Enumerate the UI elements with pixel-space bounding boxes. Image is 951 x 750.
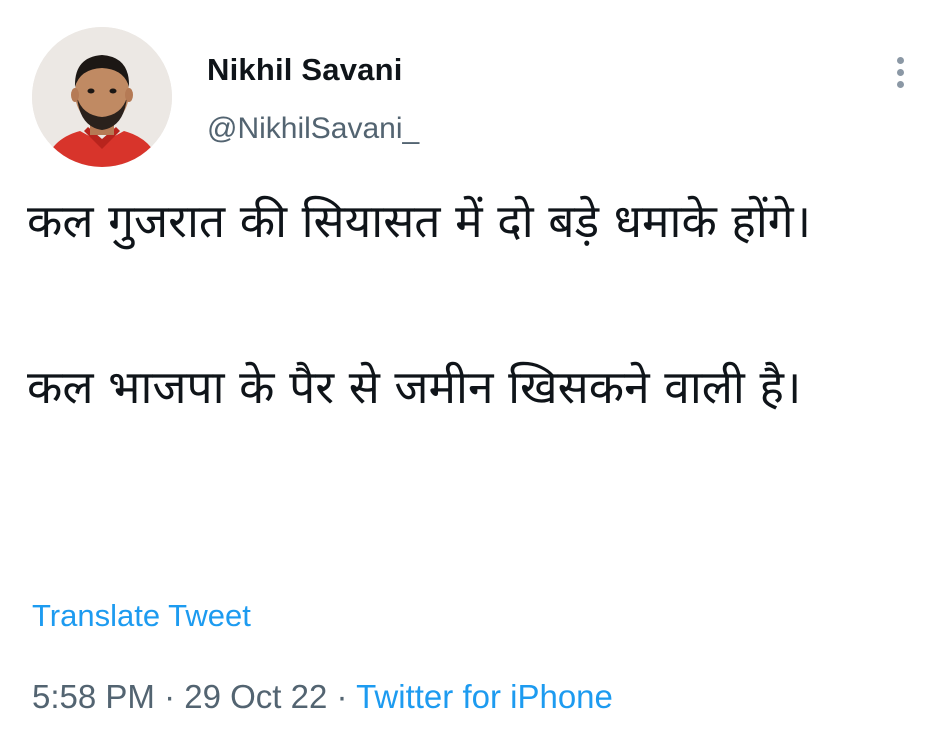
translate-tweet-link[interactable]: Translate Tweet	[32, 598, 251, 634]
tweet-source-link[interactable]: Twitter for iPhone	[356, 678, 613, 715]
tweet-card: Nikhil Savani @NikhilSavani_ कल गुजरात क…	[0, 0, 951, 750]
more-vertical-icon	[896, 80, 904, 88]
meta-separator: ·	[336, 678, 348, 715]
avatar-image	[32, 27, 172, 167]
more-vertical-icon	[896, 68, 904, 76]
meta-separator: ·	[164, 678, 176, 715]
more-vertical-icon	[896, 56, 904, 64]
tweet-date[interactable]: 29 Oct 22	[184, 678, 327, 715]
author-handle[interactable]: @NikhilSavani_	[207, 112, 419, 146]
avatar[interactable]	[32, 27, 172, 167]
tweet-paragraph-1: कल गुजरात की सियासत में दो बड़े धमाके हो…	[27, 194, 812, 248]
tweet-paragraph-2: कल भाजपा के पैर से जमीन खिसकने वाली है।	[27, 360, 802, 414]
more-options-button[interactable]	[880, 50, 920, 94]
author-display-name[interactable]: Nikhil Savani	[207, 52, 403, 88]
tweet-text: कल गुजरात की सियासत में दो बड़े धमाके हो…	[27, 180, 927, 429]
tweet-time[interactable]: 5:58 PM	[32, 678, 155, 715]
tweet-meta: 5:58 PM · 29 Oct 22 · Twitter for iPhone	[32, 678, 613, 716]
